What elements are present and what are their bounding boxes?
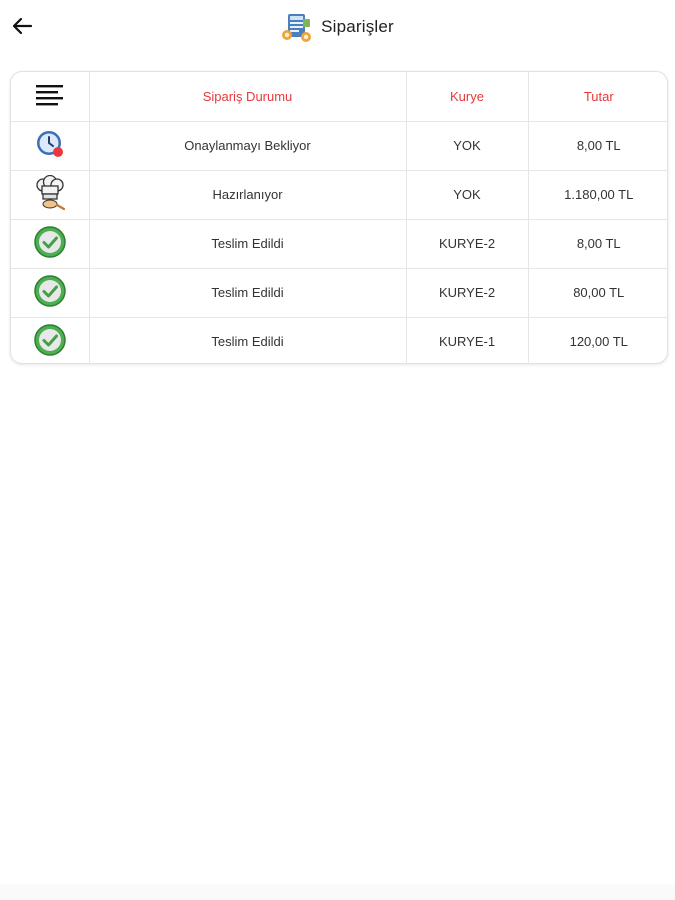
- amount-cell: 8,00 TL: [528, 121, 667, 171]
- orders-icon: [282, 14, 312, 42]
- amount-cell: 1.180,00 TL: [528, 170, 667, 220]
- status-icon-cell: [11, 268, 90, 318]
- courier-cell: KURYE-2: [406, 219, 529, 269]
- check-icon: [34, 324, 66, 356]
- chef-icon: [36, 174, 65, 211]
- menu-icon[interactable]: [35, 83, 65, 107]
- column-header-amount[interactable]: Tutar: [528, 72, 667, 122]
- status-cell: Onaylanmayı Bekliyor: [89, 121, 407, 171]
- status-icon-cell: [11, 317, 90, 363]
- page-title: Siparişler: [321, 17, 394, 36]
- table-row[interactable]: Teslim Edildi KURYE-2 8,00 TL: [11, 219, 667, 269]
- orders-table: Sipariş Durumu Kurye Tutar Onaylanmayı B…: [10, 71, 668, 364]
- status-icon-cell: [11, 121, 90, 171]
- table-row[interactable]: Hazırlanıyor YOK 1.180,00 TL: [11, 170, 667, 220]
- app-header: Siparişler: [0, 0, 675, 56]
- column-header-courier[interactable]: Kurye: [406, 72, 529, 122]
- table-row[interactable]: Onaylanmayı Bekliyor YOK 8,00 TL: [11, 121, 667, 171]
- check-icon: [34, 275, 66, 307]
- courier-cell: KURYE-2: [406, 268, 529, 318]
- courier-cell: YOK: [406, 170, 529, 220]
- amount-cell: 80,00 TL: [528, 268, 667, 318]
- bottom-bar: [0, 884, 675, 900]
- table-row[interactable]: Teslim Edildi KURYE-2 80,00 TL: [11, 268, 667, 318]
- amount-cell: 120,00 TL: [569, 334, 628, 350]
- table-header-row: Sipariş Durumu Kurye Tutar: [11, 72, 667, 122]
- check-icon: [34, 226, 66, 258]
- table-row[interactable]: Teslim Edildi KURYE-1 120,00 TL: [11, 317, 667, 363]
- status-icon-cell: [11, 219, 90, 269]
- column-header-status[interactable]: Sipariş Durumu: [89, 72, 407, 122]
- orders-page: Siparişler Sipariş Durumu Kurye Tutar On…: [0, 0, 675, 900]
- courier-cell: YOK: [406, 121, 529, 171]
- status-cell: Teslim Edildi: [89, 268, 407, 318]
- header-menu-cell[interactable]: [11, 72, 90, 122]
- status-icon-cell: [11, 170, 90, 220]
- status-cell: Hazırlanıyor: [89, 170, 407, 220]
- page-title-group: Siparişler: [0, 10, 675, 44]
- status-cell: Teslim Edildi: [89, 219, 407, 269]
- clock-icon: [36, 131, 63, 157]
- amount-cell: 8,00 TL: [528, 219, 667, 269]
- status-cell: Teslim Edildi: [89, 317, 407, 363]
- courier-cell: KURYE-1: [406, 317, 529, 363]
